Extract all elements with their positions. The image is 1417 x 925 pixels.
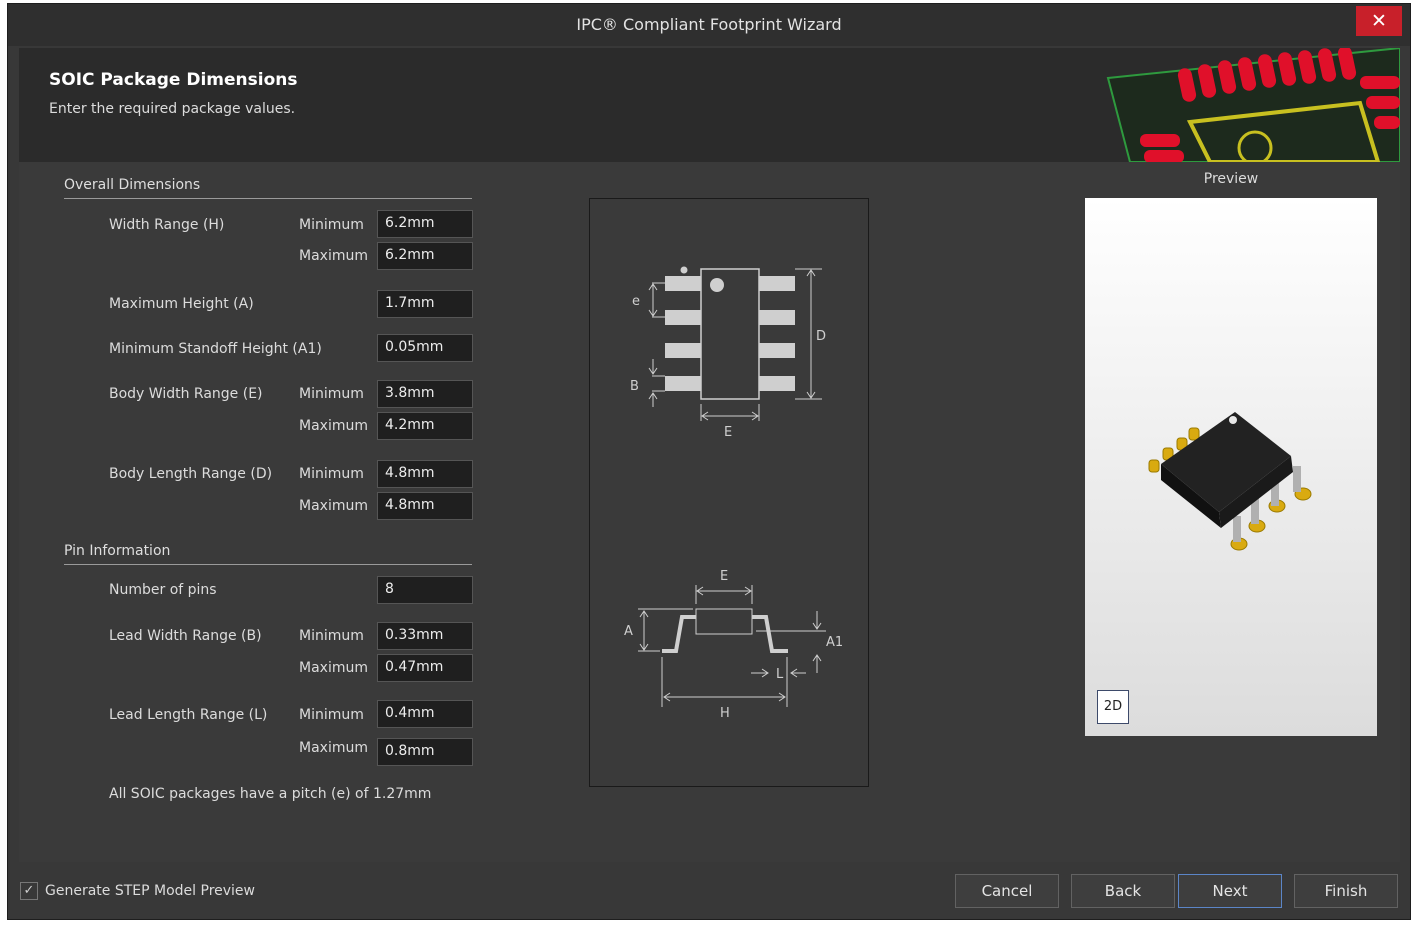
section-divider bbox=[64, 198, 472, 199]
lead-length-label: Lead Length Range (L) bbox=[109, 707, 268, 723]
body-length-max-input[interactable]: 4.8mm bbox=[377, 492, 473, 520]
lead-width-min-label: Minimum bbox=[299, 628, 364, 644]
step-preview-checkbox[interactable]: ✓ bbox=[20, 882, 38, 900]
width-min-label: Minimum bbox=[299, 217, 364, 233]
label-b: B bbox=[630, 379, 639, 394]
pin1-dot bbox=[680, 266, 688, 274]
max-height-input[interactable]: 1.7mm bbox=[377, 290, 473, 318]
body-length-label: Body Length Range (D) bbox=[109, 466, 273, 482]
lead-length-max-input[interactable]: 0.8mm bbox=[377, 738, 473, 766]
overall-dimensions-heading: Overall Dimensions bbox=[64, 177, 201, 193]
body-length-min-label: Minimum bbox=[299, 466, 364, 482]
min-standoff-label: Minimum Standoff Height (A1) bbox=[109, 341, 322, 357]
body-width-min-label: Minimum bbox=[299, 386, 364, 402]
finish-button[interactable]: Finish bbox=[1294, 874, 1398, 908]
back-button[interactable]: Back bbox=[1071, 874, 1175, 908]
width-min-input[interactable]: 6.2mm bbox=[377, 210, 473, 238]
preview-label: Preview bbox=[1203, 171, 1259, 187]
section-divider bbox=[64, 564, 472, 565]
width-max-label: Maximum bbox=[299, 248, 368, 264]
pitch-note: All SOIC packages have a pitch (e) of 1.… bbox=[109, 786, 432, 802]
label-h: H bbox=[720, 706, 730, 721]
cancel-button[interactable]: Cancel bbox=[955, 874, 1059, 908]
soic-dimension-drawing: e B D E E A A1 L H bbox=[624, 266, 843, 721]
label-l: L bbox=[776, 667, 784, 682]
pin-count-input[interactable]: 8 bbox=[377, 576, 473, 604]
step-preview-label: Generate STEP Model Preview bbox=[45, 883, 255, 899]
label-e-side: E bbox=[720, 569, 728, 584]
body-width-min-input[interactable]: 3.8mm bbox=[377, 380, 473, 408]
width-range-label: Width Range (H) bbox=[109, 217, 225, 233]
label-e: e bbox=[632, 294, 640, 309]
lead-width-label: Lead Width Range (B) bbox=[109, 628, 262, 644]
lead-length-max-label: Maximum bbox=[299, 740, 368, 756]
soic-3d-model bbox=[1148, 412, 1312, 551]
page-subtitle: Enter the required package values. bbox=[49, 101, 296, 117]
lead-length-min-label: Minimum bbox=[299, 707, 364, 723]
page-header: SOIC Package Dimensions Enter the requir… bbox=[19, 48, 1400, 162]
max-height-label: Maximum Height (A) bbox=[109, 296, 254, 312]
label-e-top: E bbox=[724, 425, 732, 440]
pin1-marker bbox=[710, 278, 724, 292]
lead-length-min-input[interactable]: 0.4mm bbox=[377, 700, 473, 728]
title-bar: IPC® Compliant Footprint Wizard ✕ bbox=[8, 4, 1410, 46]
width-max-input[interactable]: 6.2mm bbox=[377, 242, 473, 270]
label-a1: A1 bbox=[826, 635, 843, 650]
body-width-label: Body Width Range (E) bbox=[109, 386, 263, 402]
dimension-diagram: e B D E E A A1 L H bbox=[589, 198, 869, 787]
body-length-min-input[interactable]: 4.8mm bbox=[377, 460, 473, 488]
wizard-window: IPC® Compliant Footprint Wizard ✕ SOIC P… bbox=[7, 3, 1411, 920]
window-title: IPC® Compliant Footprint Wizard bbox=[576, 15, 842, 34]
next-button[interactable]: Next bbox=[1178, 874, 1282, 908]
label-d: D bbox=[816, 329, 826, 344]
min-standoff-input[interactable]: 0.05mm bbox=[377, 334, 473, 362]
lead-width-min-input[interactable]: 0.33mm bbox=[377, 622, 473, 650]
page-title: SOIC Package Dimensions bbox=[49, 70, 298, 90]
pcb-banner-image bbox=[1060, 48, 1400, 162]
label-a: A bbox=[624, 624, 633, 639]
pin-count-label: Number of pins bbox=[109, 582, 217, 598]
view-2d-toggle[interactable]: 2D bbox=[1097, 690, 1129, 724]
close-button[interactable]: ✕ bbox=[1356, 6, 1402, 36]
body-width-max-label: Maximum bbox=[299, 418, 368, 434]
content-area: Overall Dimensions Width Range (H) Minim… bbox=[19, 162, 1400, 862]
body-width-max-input[interactable]: 4.2mm bbox=[377, 412, 473, 440]
body-length-max-label: Maximum bbox=[299, 498, 368, 514]
pin-information-heading: Pin Information bbox=[64, 543, 171, 559]
lead-width-max-label: Maximum bbox=[299, 660, 368, 676]
lead-width-max-input[interactable]: 0.47mm bbox=[377, 654, 473, 682]
3d-preview-viewport[interactable]: 2D bbox=[1085, 198, 1377, 736]
